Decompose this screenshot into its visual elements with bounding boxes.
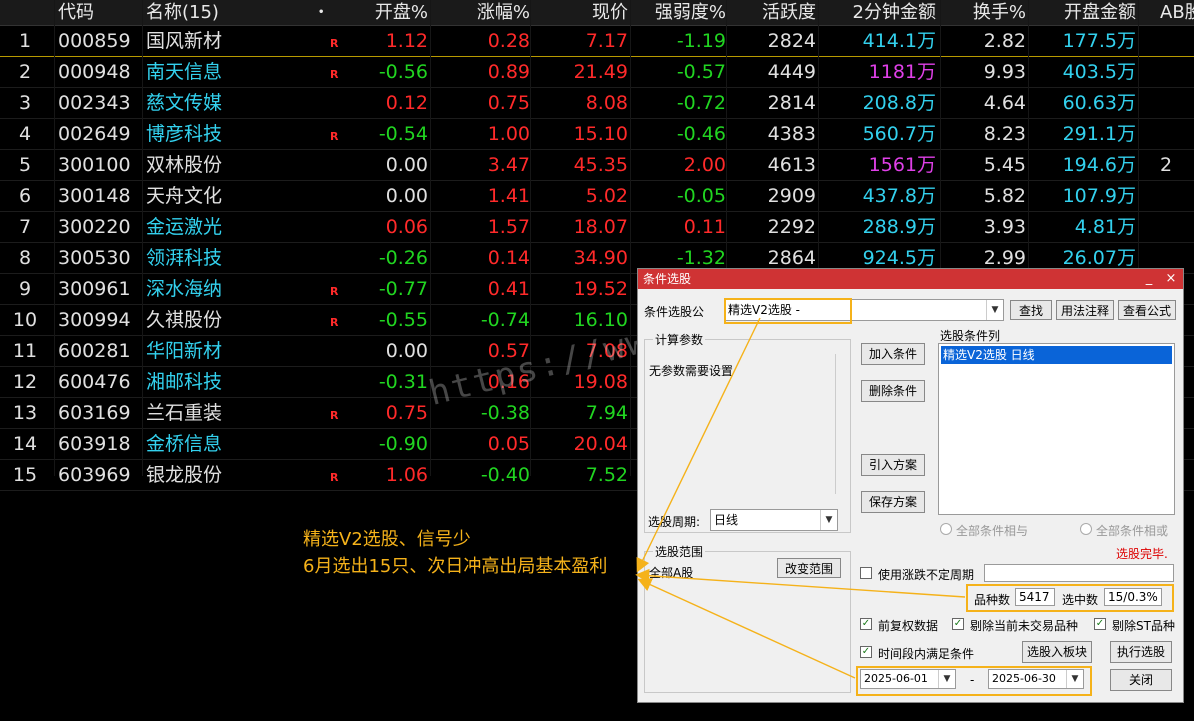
arrow-from-date (637, 578, 856, 679)
arrow-from-formula (636, 317, 761, 573)
arrow-from-count (635, 568, 966, 598)
annotation-arrows (635, 317, 966, 679)
